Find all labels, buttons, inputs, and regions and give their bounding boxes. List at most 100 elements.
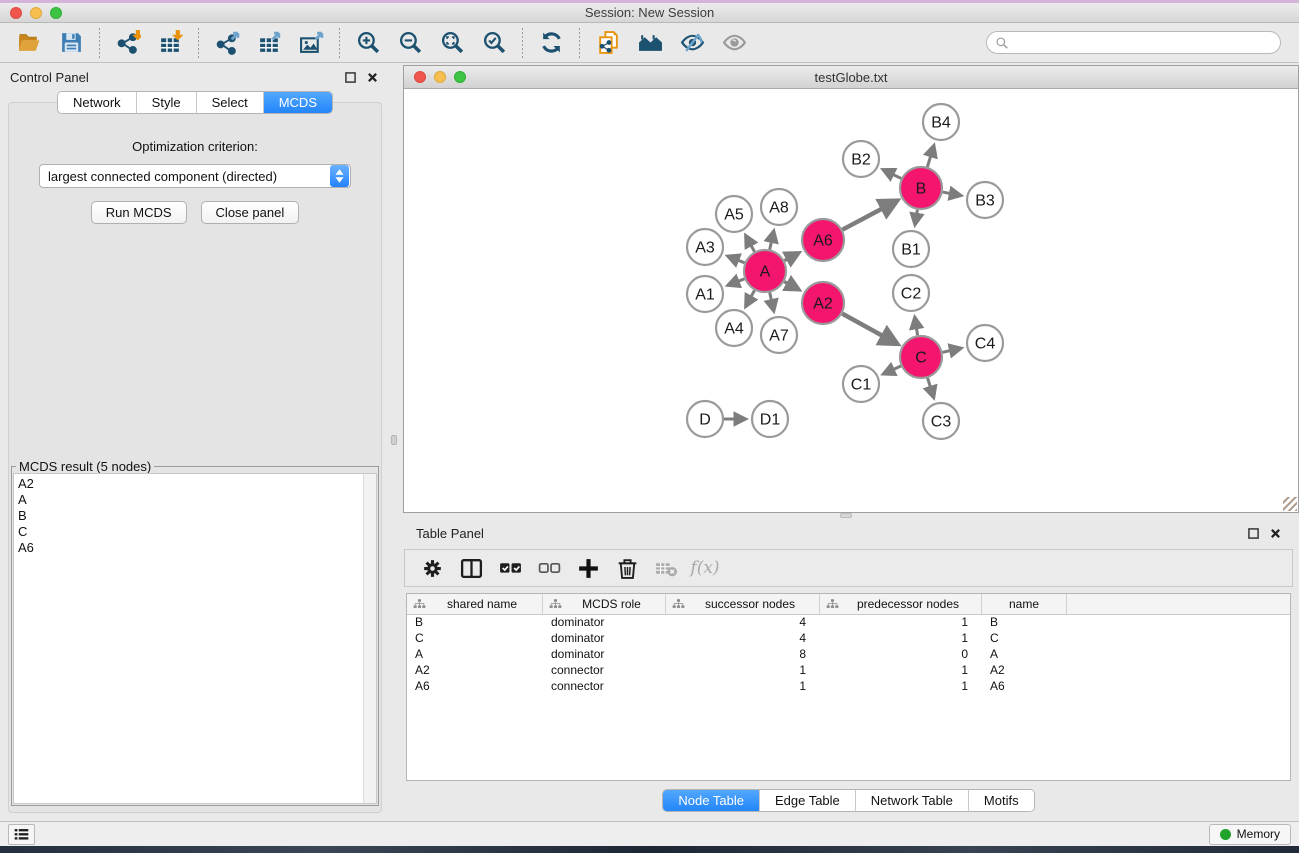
zoom-out-icon[interactable]	[394, 27, 426, 59]
table-row[interactable]: A6connector11A6	[407, 679, 1290, 695]
deselect-all-icon[interactable]	[532, 553, 566, 583]
graph-node-A6[interactable]: A6	[802, 219, 844, 261]
graph-node-C[interactable]: C	[900, 336, 942, 378]
search-box[interactable]	[986, 31, 1281, 54]
graph-edge-B-B4[interactable]	[927, 146, 933, 167]
tab-mcds[interactable]: MCDS	[264, 92, 332, 113]
column-header-shared-name[interactable]: shared name	[407, 594, 543, 614]
graph-edge-A6-B[interactable]	[842, 201, 896, 230]
horizontal-splitter[interactable]	[398, 513, 1299, 519]
network-graph[interactable]: B4B2BB3A8A5A6B1A3AC2A1A2A4A7C4CC1C3DD1	[404, 89, 1293, 512]
memory-button[interactable]: Memory	[1209, 824, 1291, 845]
mcds-result-list[interactable]: A2ABCA6	[14, 474, 363, 803]
graph-node-D[interactable]: D	[687, 401, 723, 437]
graph-edge-A-A3[interactable]	[728, 256, 744, 263]
graph-node-A8[interactable]: A8	[761, 189, 797, 225]
tab-select[interactable]: Select	[197, 92, 264, 113]
column-view-icon[interactable]	[454, 553, 488, 583]
select-all-icon[interactable]	[493, 553, 527, 583]
zoom-in-icon[interactable]	[352, 27, 384, 59]
tab-style[interactable]: Style	[137, 92, 197, 113]
graph-node-D1[interactable]: D1	[752, 401, 788, 437]
hide-details-icon[interactable]	[676, 27, 708, 59]
splitter-handle[interactable]	[391, 435, 397, 445]
graph-node-A3[interactable]: A3	[687, 229, 723, 265]
graph-node-C2[interactable]: C2	[893, 275, 929, 311]
graph-edge-A-A6[interactable]	[784, 253, 798, 260]
graph-node-B[interactable]: B	[900, 167, 942, 209]
resize-grip-icon[interactable]	[1283, 497, 1297, 511]
task-history-icon[interactable]	[8, 824, 35, 845]
zoom-selected-icon[interactable]	[478, 27, 510, 59]
float-panel-icon[interactable]	[342, 69, 358, 85]
export-image-icon[interactable]	[295, 27, 327, 59]
first-neighbors-icon[interactable]	[634, 27, 666, 59]
export-network-icon[interactable]	[211, 27, 243, 59]
splitter-handle[interactable]	[840, 513, 852, 518]
graph-edge-B-B1[interactable]	[915, 210, 917, 225]
network-window-titlebar[interactable]: testGlobe.txt	[404, 66, 1298, 89]
graph-edge-B-B3[interactable]	[943, 192, 961, 195]
graph-node-A5[interactable]: A5	[716, 196, 752, 232]
graph-edge-C-C4[interactable]	[942, 348, 960, 352]
graph-node-C3[interactable]: C3	[923, 403, 959, 439]
graph-node-B2[interactable]: B2	[843, 141, 879, 177]
delete-table-icon[interactable]	[649, 553, 683, 583]
network-canvas[interactable]: B4B2BB3A8A5A6B1A3AC2A1A2A4A7C4CC1C3DD1	[404, 89, 1298, 512]
graph-node-C1[interactable]: C1	[843, 366, 879, 402]
tab-node-table[interactable]: Node Table	[663, 790, 760, 811]
function-builder-icon[interactable]: f(x)	[688, 553, 722, 583]
table-row[interactable]: Bdominator41B	[407, 615, 1290, 631]
graph-edge-A-A4[interactable]	[746, 290, 755, 306]
float-panel-icon[interactable]	[1245, 525, 1261, 541]
graph-node-B1[interactable]: B1	[893, 231, 929, 267]
close-panel-button[interactable]: Close panel	[201, 201, 300, 224]
close-panel-icon[interactable]	[1267, 525, 1283, 541]
graph-node-A1[interactable]: A1	[687, 276, 723, 312]
graph-node-B4[interactable]: B4	[923, 104, 959, 140]
import-table-icon[interactable]	[154, 27, 186, 59]
run-mcds-button[interactable]: Run MCDS	[91, 201, 187, 224]
graph-node-A[interactable]: A	[744, 250, 786, 292]
graph-node-C4[interactable]: C4	[967, 325, 1003, 361]
graph-node-B3[interactable]: B3	[967, 182, 1003, 218]
close-panel-icon[interactable]	[364, 69, 380, 85]
refresh-layout-icon[interactable]	[535, 27, 567, 59]
table-row[interactable]: Adominator80A	[407, 647, 1290, 663]
export-table-icon[interactable]	[253, 27, 285, 59]
table-row[interactable]: Cdominator41C	[407, 631, 1290, 647]
graph-edge-A-A8[interactable]	[770, 231, 774, 249]
column-header-predecessor-nodes[interactable]: predecessor nodes	[820, 594, 982, 614]
column-header-successor-nodes[interactable]: successor nodes	[666, 594, 820, 614]
save-session-icon[interactable]	[55, 27, 87, 59]
graph-edge-A2-C[interactable]	[842, 314, 896, 344]
result-item[interactable]: A2	[18, 476, 363, 492]
zoom-fit-icon[interactable]	[436, 27, 468, 59]
column-header-MCDS-role[interactable]: MCDS role	[543, 594, 666, 614]
show-details-icon[interactable]	[718, 27, 750, 59]
delete-column-icon[interactable]	[610, 553, 644, 583]
open-file-icon[interactable]	[13, 27, 45, 59]
result-item[interactable]: B	[18, 508, 363, 524]
graph-edge-C-C2[interactable]	[915, 318, 918, 336]
vertical-splitter[interactable]	[390, 63, 398, 821]
search-input[interactable]	[1009, 36, 1272, 50]
graph-edge-A-A5[interactable]	[746, 236, 755, 252]
graph-edge-A-A7[interactable]	[770, 292, 774, 310]
table-row[interactable]: A2connector11A2	[407, 663, 1290, 679]
result-scrollbar[interactable]	[363, 474, 376, 803]
result-item[interactable]: A6	[18, 540, 363, 556]
graph-node-A2[interactable]: A2	[802, 282, 844, 324]
graph-node-A4[interactable]: A4	[716, 310, 752, 346]
result-item[interactable]: A	[18, 492, 363, 508]
graph-edge-A-A1[interactable]	[728, 279, 744, 285]
tab-network-table[interactable]: Network Table	[856, 790, 969, 811]
criterion-dropdown[interactable]: largest connected component (directed)	[39, 164, 351, 188]
graph-edge-A-A2[interactable]	[784, 282, 798, 290]
tab-edge-table[interactable]: Edge Table	[760, 790, 856, 811]
column-header-name[interactable]: name	[982, 594, 1067, 614]
graph-edge-B-B2[interactable]	[884, 170, 902, 179]
graph-edge-C-C1[interactable]	[884, 366, 901, 374]
clone-network-icon[interactable]	[592, 27, 624, 59]
graph-edge-C-C3[interactable]	[928, 378, 934, 397]
